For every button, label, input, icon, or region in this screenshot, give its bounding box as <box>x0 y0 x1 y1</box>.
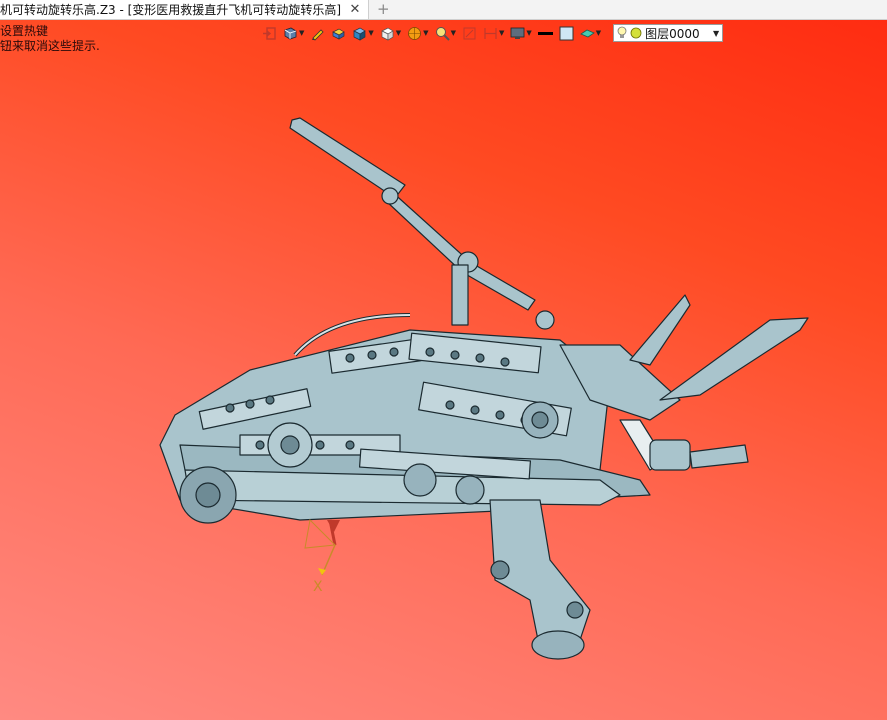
gear <box>455 475 485 505</box>
rotor-end-joint <box>535 310 555 330</box>
axis-triad: X <box>304 518 340 595</box>
rotor-hub-joint <box>381 187 399 205</box>
gear <box>403 463 437 497</box>
rotor-blade-front <box>289 117 406 199</box>
tail-fin-upper <box>629 294 691 366</box>
lower-wheel <box>531 630 585 660</box>
tail-fin-right <box>659 317 809 401</box>
tail-rotor-shaft <box>689 444 749 469</box>
tail-gearbox <box>649 439 691 471</box>
axis-x-label: X <box>313 579 323 595</box>
helicopter-model[interactable]: X <box>0 0 887 720</box>
rotor-mast <box>451 264 469 326</box>
